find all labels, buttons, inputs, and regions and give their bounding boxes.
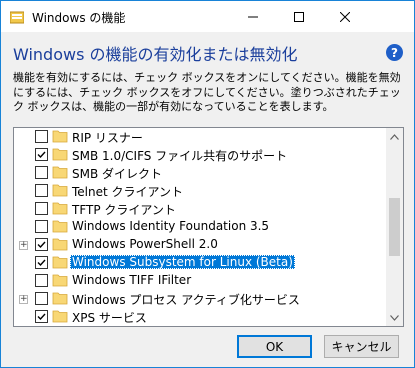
feature-label: XPS サービス — [72, 311, 147, 325]
checkmark-icon — [37, 241, 46, 249]
vertical-scrollbar[interactable] — [386, 128, 403, 326]
feature-label: SMB ダイレクト — [72, 167, 163, 181]
feature-checkbox[interactable] — [35, 166, 48, 179]
folder-icon — [52, 166, 68, 179]
folder-icon — [52, 292, 68, 305]
features-dialog: Windows の機能 Windows の機能の有効化または無効化 ? 機能を有… — [0, 0, 415, 368]
cancel-button[interactable]: キャンセル — [324, 335, 399, 358]
feature-row[interactable]: Telnet クライアント — [14, 182, 386, 200]
feature-label: Windows プロセス アクティブ化サービス — [72, 293, 300, 307]
feature-label: SMB 1.0/CIFS ファイル共有のサポート — [72, 149, 288, 163]
maximize-icon — [294, 11, 304, 22]
feature-checkbox[interactable] — [35, 202, 48, 215]
folder-icon — [52, 310, 68, 323]
minimize-icon — [248, 16, 258, 17]
title-bar[interactable]: Windows の機能 — [1, 1, 414, 32]
feature-checkbox[interactable] — [35, 184, 48, 197]
chevron-down-icon — [390, 314, 399, 321]
scrollbar-thumb[interactable] — [389, 198, 400, 256]
feature-row[interactable]: SMB 1.0/CIFS ファイル共有のサポート — [14, 146, 386, 164]
expand-icon[interactable]: + — [19, 241, 28, 250]
window-title: Windows の機能 — [32, 11, 126, 25]
feature-checkbox[interactable] — [35, 130, 48, 143]
feature-label: Windows Identity Foundation 3.5 — [72, 219, 270, 233]
feature-checkbox[interactable] — [35, 274, 48, 287]
feature-row[interactable]: SMB ダイレクト — [14, 164, 386, 182]
feature-checkbox[interactable] — [35, 256, 48, 269]
checkmark-icon — [37, 259, 46, 267]
feature-row[interactable]: RIP リスナー — [14, 128, 386, 146]
folder-icon — [52, 202, 68, 215]
feature-row[interactable]: + Windows プロセス アクティブ化サービス — [14, 290, 386, 308]
scroll-up-arrow[interactable] — [386, 128, 403, 145]
feature-label: Windows TIFF IFilter — [72, 273, 192, 287]
close-icon — [340, 11, 350, 22]
windows-features-icon — [10, 11, 24, 24]
feature-row[interactable]: TFTP クライアント — [14, 200, 386, 218]
feature-label: Windows PowerShell 2.0 — [72, 237, 218, 251]
folder-icon — [52, 148, 68, 161]
ok-button[interactable]: OK — [237, 335, 312, 358]
feature-checkbox[interactable] — [35, 238, 48, 251]
feature-label: Telnet クライアント — [72, 185, 184, 199]
expand-icon[interactable]: + — [19, 295, 28, 304]
folder-icon — [52, 184, 68, 197]
folder-icon — [52, 238, 68, 251]
feature-row[interactable]: Windows Subsystem for Linux (Beta) — [14, 254, 386, 272]
feature-row[interactable]: Windows Identity Foundation 3.5 — [14, 218, 386, 236]
folder-icon — [52, 256, 68, 269]
page-heading: Windows の機能の有効化または無効化 — [13, 45, 298, 64]
help-icon[interactable]: ? — [386, 44, 403, 61]
feature-checkbox[interactable] — [35, 292, 48, 305]
folder-icon — [52, 220, 68, 233]
feature-checkbox[interactable] — [35, 310, 48, 323]
feature-checkbox[interactable] — [35, 220, 48, 233]
feature-row[interactable]: Windows TIFF IFilter — [14, 272, 386, 290]
chevron-up-icon — [390, 133, 399, 140]
feature-label: Windows Subsystem for Linux (Beta) — [70, 255, 295, 269]
checkmark-icon — [37, 151, 46, 159]
feature-row[interactable]: + Windows PowerShell 2.0 — [14, 236, 386, 254]
close-button[interactable] — [322, 1, 368, 32]
feature-row[interactable]: XPS サービス — [14, 308, 386, 326]
feature-tree[interactable]: RIP リスナー SMB 1.0/CIFS ファイル共有のサポート SMB ダイレク… — [13, 127, 404, 327]
scroll-down-arrow[interactable] — [386, 309, 403, 326]
folder-icon — [52, 130, 68, 143]
feature-checkbox[interactable] — [35, 148, 48, 161]
feature-label: TFTP クライアント — [72, 203, 176, 217]
minimize-button[interactable] — [230, 1, 276, 32]
maximize-button[interactable] — [276, 1, 322, 32]
feature-label: RIP リスナー — [72, 131, 143, 145]
folder-icon — [52, 274, 68, 287]
checkmark-icon — [37, 313, 46, 321]
description-text: 機能を有効にするには、チェック ボックスをオンにしてください。機能を無効にするに… — [13, 71, 401, 113]
